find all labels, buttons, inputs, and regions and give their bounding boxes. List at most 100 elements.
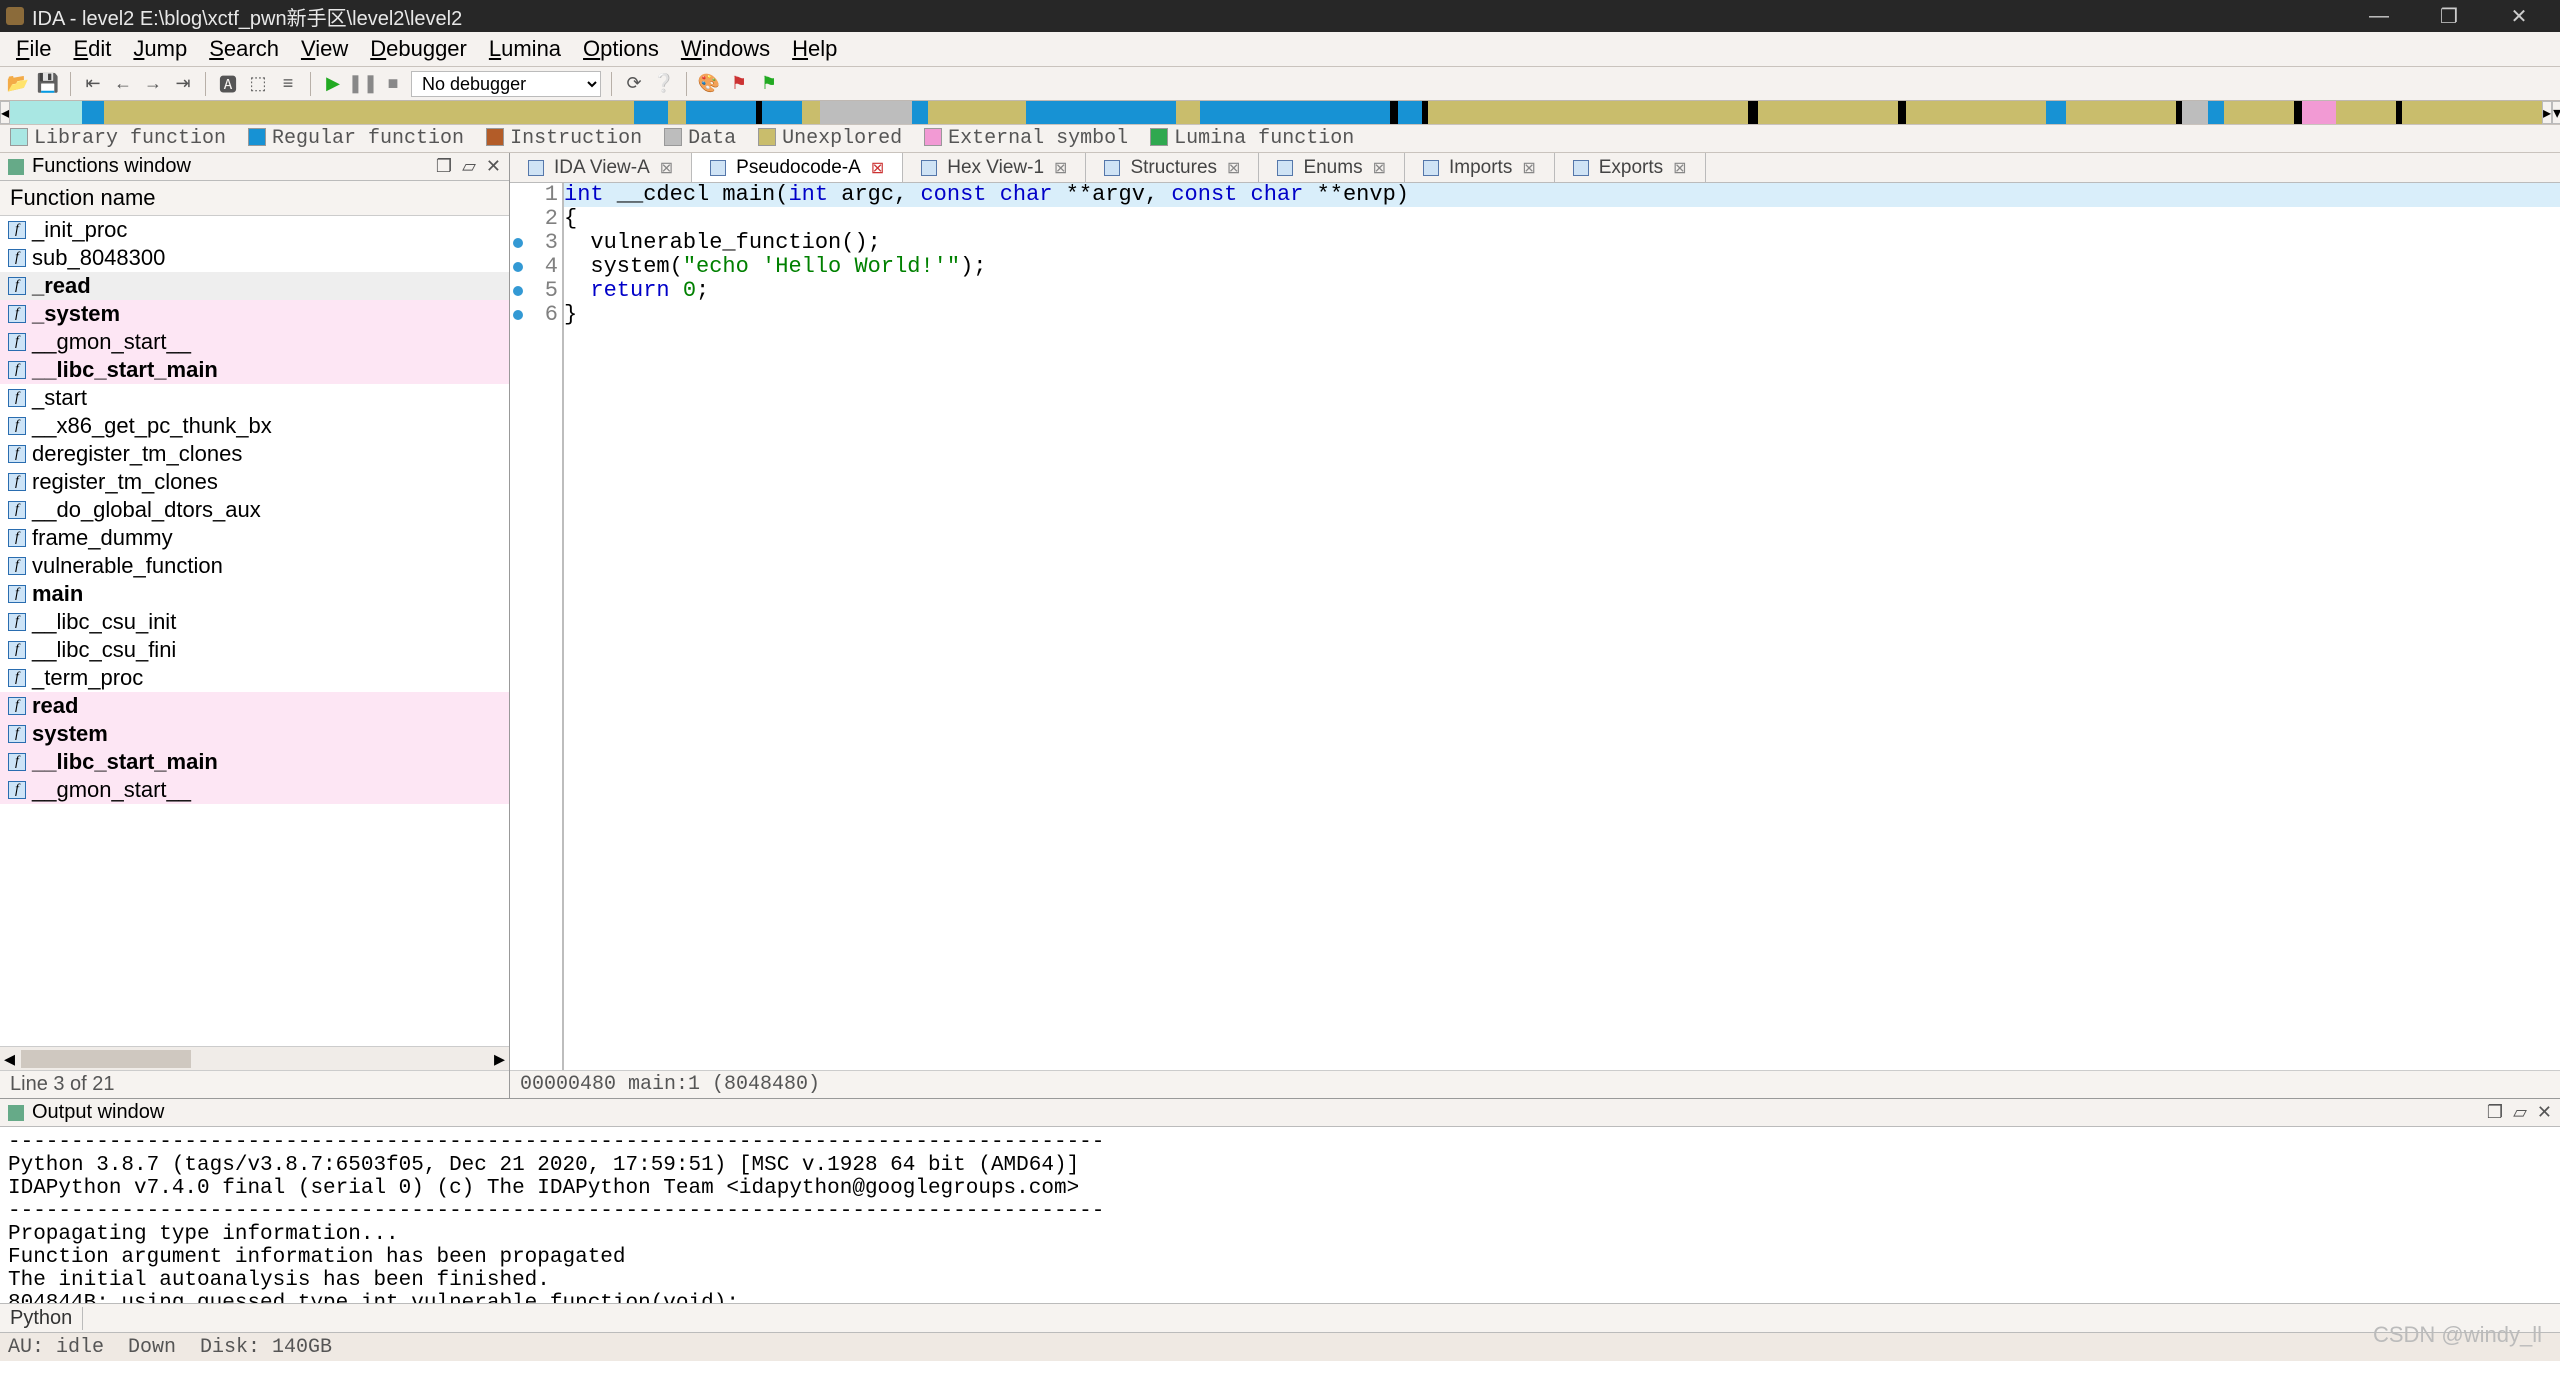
menu-edit[interactable]: Edit	[63, 34, 121, 64]
maximize-button[interactable]: ❐	[2414, 0, 2484, 32]
function-row[interactable]: fframe_dummy	[0, 524, 509, 552]
menu-debugger[interactable]: Debugger	[360, 34, 477, 64]
nav-fwd-icon[interactable]: →	[141, 72, 165, 96]
navband-segment[interactable]	[2336, 101, 2396, 124]
navband-segment[interactable]	[2224, 101, 2294, 124]
navband-segment[interactable]	[1898, 101, 1906, 124]
flag-red-icon[interactable]: ⚑	[727, 72, 751, 96]
menu-jump[interactable]: Jump	[123, 34, 197, 64]
code-line[interactable]: {	[564, 207, 2560, 231]
text-search-icon[interactable]: 🅰	[216, 72, 240, 96]
tab-close-icon[interactable]: ⊠	[1054, 158, 1067, 178]
code-line[interactable]: vulnerable_function();	[564, 231, 2560, 255]
panel-close-icon[interactable]: ✕	[486, 156, 501, 177]
function-row[interactable]: f__do_global_dtors_aux	[0, 496, 509, 524]
navband-segment[interactable]	[1428, 101, 1748, 124]
pause-icon[interactable]: ❚❚	[351, 72, 375, 96]
code-line[interactable]: int __cdecl main(int argc, const char **…	[564, 183, 2560, 207]
navband-segment[interactable]	[2294, 101, 2302, 124]
navband-segment[interactable]	[10, 101, 82, 124]
function-row[interactable]: fread	[0, 692, 509, 720]
function-row[interactable]: f_init_proc	[0, 216, 509, 244]
navband-left-icon[interactable]: ◂	[0, 101, 10, 124]
nav-back-icon[interactable]: ←	[111, 72, 135, 96]
tab-imports[interactable]: Imports⊠	[1405, 153, 1555, 182]
panel-menu-icon[interactable]: ▱	[462, 156, 476, 177]
navband-segment[interactable]	[928, 101, 1026, 124]
navigation-band[interactable]: ◂ ▸ ▾	[0, 101, 2560, 125]
function-row[interactable]: fsystem	[0, 720, 509, 748]
tab-hex-view-1[interactable]: Hex View-1⊠	[903, 153, 1086, 182]
palette-icon[interactable]: 🎨	[697, 72, 721, 96]
function-row[interactable]: f_term_proc	[0, 664, 509, 692]
function-row[interactable]: fsub_8048300	[0, 244, 509, 272]
function-row[interactable]: fmain	[0, 580, 509, 608]
function-row[interactable]: f_read	[0, 272, 509, 300]
function-row[interactable]: f_start	[0, 384, 509, 412]
navband-segment[interactable]	[1200, 101, 1390, 124]
stop-icon[interactable]: ■	[381, 72, 405, 96]
output-panel-header[interactable]: Output window ❐ ▱ ✕	[0, 1099, 2560, 1127]
minimize-button[interactable]: —	[2344, 0, 2414, 32]
navband-segment[interactable]	[820, 101, 912, 124]
menu-help[interactable]: Help	[782, 34, 847, 64]
tab-close-icon[interactable]: ⊠	[1673, 158, 1686, 178]
navband-segment[interactable]	[1398, 101, 1422, 124]
navband-segment[interactable]	[668, 101, 686, 124]
tab-ida-view-a[interactable]: IDA View-A⊠	[510, 153, 692, 182]
navband-segment[interactable]	[1390, 101, 1398, 124]
refresh-icon[interactable]: ⟳	[622, 72, 646, 96]
function-row[interactable]: f_system	[0, 300, 509, 328]
menu-options[interactable]: Options	[573, 34, 669, 64]
code-line[interactable]: return 0;	[564, 279, 2560, 303]
nav-fwd-far-icon[interactable]: ⇥	[171, 72, 195, 96]
tab-close-icon[interactable]: ⊠	[1373, 158, 1386, 178]
tab-close-icon[interactable]: ⊠	[660, 158, 673, 178]
function-row[interactable]: fregister_tm_clones	[0, 468, 509, 496]
navband-segment[interactable]	[2402, 101, 2542, 124]
tab-pseudocode-a[interactable]: Pseudocode-A⊠	[692, 153, 903, 182]
function-row[interactable]: f__libc_start_main	[0, 748, 509, 776]
help-icon[interactable]: ❔	[652, 72, 676, 96]
menu-lumina[interactable]: Lumina	[479, 34, 571, 64]
functions-column-header[interactable]: Function name	[0, 181, 509, 216]
debugger-select[interactable]: No debugger	[411, 71, 601, 97]
navband-segment[interactable]	[2208, 101, 2224, 124]
functions-hscroll[interactable]: ◂▸	[0, 1046, 509, 1070]
close-button[interactable]: ✕	[2484, 0, 2554, 32]
function-row[interactable]: f__libc_start_main	[0, 356, 509, 384]
navband-segment[interactable]	[634, 101, 668, 124]
navband-segment[interactable]	[82, 101, 104, 124]
tab-enums[interactable]: Enums⊠	[1259, 153, 1405, 182]
code-line[interactable]: }	[564, 303, 2560, 327]
python-repl-input[interactable]	[83, 1307, 2560, 1330]
navband-menu-icon[interactable]: ▾	[2552, 101, 2560, 124]
function-row[interactable]: f__gmon_start__	[0, 776, 509, 804]
tab-close-icon[interactable]: ⊠	[871, 158, 884, 178]
menu-search[interactable]: Search	[199, 34, 289, 64]
pseudocode-editor[interactable]: 123456 int __cdecl main(int argc, const …	[510, 183, 2560, 1070]
nav-back-far-icon[interactable]: ⇤	[81, 72, 105, 96]
navband-segment[interactable]	[1748, 101, 1758, 124]
function-row[interactable]: f__libc_csu_fini	[0, 636, 509, 664]
save-icon[interactable]: 💾	[36, 72, 60, 96]
navband-segment[interactable]	[104, 101, 634, 124]
navband-segment[interactable]	[802, 101, 820, 124]
code-line[interactable]: system("echo 'Hello World!'");	[564, 255, 2560, 279]
run-icon[interactable]: ▶	[321, 72, 345, 96]
menu-view[interactable]: View	[291, 34, 358, 64]
tab-close-icon[interactable]: ⊠	[1522, 158, 1535, 178]
panel-undock-icon[interactable]: ❐	[2487, 1102, 2503, 1123]
navband-right-icon[interactable]: ▸	[2542, 101, 2552, 124]
navband-segment[interactable]	[2066, 101, 2176, 124]
navband-segment[interactable]	[1906, 101, 2046, 124]
flag-green-icon[interactable]: ⚑	[757, 72, 781, 96]
tab-structures[interactable]: Structures⊠	[1086, 153, 1259, 182]
open-icon[interactable]: 📂	[6, 72, 30, 96]
navband-segment[interactable]	[762, 101, 802, 124]
navband-segment[interactable]	[1026, 101, 1176, 124]
function-row[interactable]: f__x86_get_pc_thunk_bx	[0, 412, 509, 440]
navband-segment[interactable]	[912, 101, 928, 124]
panel-menu-icon[interactable]: ▱	[2513, 1102, 2527, 1123]
navband-segment[interactable]	[2046, 101, 2066, 124]
